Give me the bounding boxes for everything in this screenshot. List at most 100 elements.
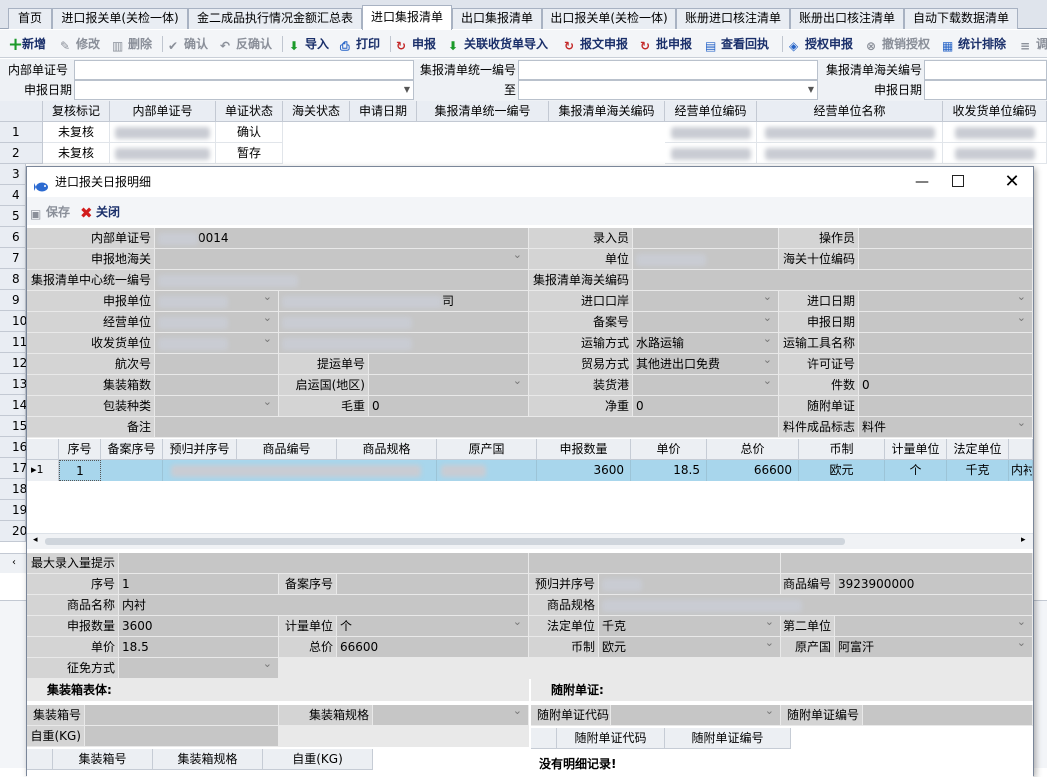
item-price[interactable]: 18.5 (631, 460, 707, 481)
authorize-declare-button[interactable]: ◈ 授权申报 (789, 35, 853, 53)
import-button[interactable]: ⬇ 导入 (289, 35, 329, 53)
internal-no-input[interactable] (74, 60, 414, 80)
license-field[interactable] (859, 354, 1033, 375)
col-record-seq[interactable]: 备案序号 (101, 439, 163, 460)
item-seq[interactable]: 1 (59, 460, 101, 481)
qty-field[interactable]: 3600 (119, 616, 279, 637)
unit-select[interactable]: 个 (337, 616, 529, 637)
declare-date-picker[interactable] (859, 312, 1033, 333)
tab-export-collective-list[interactable]: 出口集报清单 (452, 8, 542, 29)
attach-col-no[interactable]: 随附单证编号 (665, 728, 791, 749)
table-row-review[interactable]: 未复核 (43, 122, 110, 143)
declare-date-input[interactable] (924, 80, 1047, 100)
record-seq-field[interactable] (337, 574, 529, 595)
net-field[interactable]: 0 (633, 396, 779, 417)
price-field[interactable]: 18.5 (119, 637, 279, 658)
container-no-field[interactable] (85, 705, 279, 726)
item-origin[interactable] (437, 460, 537, 481)
max-hint-field-2[interactable] (529, 553, 781, 574)
center-no-field[interactable] (155, 270, 529, 291)
date-from-picker[interactable] (74, 80, 414, 100)
container-weight-field[interactable] (85, 726, 279, 747)
add-button[interactable]: +新增 (8, 35, 46, 54)
goods-spec-field[interactable] (599, 595, 1033, 616)
item-qty[interactable]: 3600 (537, 460, 631, 481)
col-total[interactable]: 总价 (707, 439, 799, 460)
table-row-internal-no[interactable] (110, 122, 216, 143)
scroll-right-icon[interactable]: ▸ (1021, 535, 1026, 545)
col-internal-no[interactable]: 内部单证号 (110, 101, 216, 122)
tab-home[interactable]: 首页 (8, 8, 52, 29)
goods-no-field[interactable]: 3923900000 (835, 574, 1033, 595)
legal-unit-select[interactable]: 千克 (599, 616, 781, 637)
stats-exclude-button[interactable]: ▦ 统计排除 (942, 35, 1006, 53)
pieces-field[interactable]: 0 (859, 375, 1033, 396)
pre-seq-field[interactable] (599, 574, 781, 595)
delete-button[interactable]: ▥ 删除 (112, 35, 152, 53)
table-row-operator-name[interactable] (757, 143, 943, 164)
tab-auto-download[interactable]: 自动下载数据清单 (904, 8, 1018, 29)
col-qty[interactable]: 申报数量 (537, 439, 631, 460)
item-total[interactable]: 66600 (707, 460, 799, 481)
attach-field[interactable] (859, 396, 1033, 417)
tab-export-ledger[interactable]: 账册出口核注清单 (790, 8, 904, 29)
gross-field[interactable]: 0 (369, 396, 529, 417)
attach-col-code[interactable]: 随附单证代码 (557, 728, 665, 749)
goods-name-field[interactable]: 内衬 (119, 595, 529, 616)
table-row-review[interactable]: 未复核 (43, 143, 110, 164)
col-review[interactable]: 复核标记 (43, 101, 110, 122)
scroll-thumb[interactable] (45, 538, 845, 545)
exempt-select[interactable] (119, 658, 279, 679)
container-col-weight[interactable]: 自重(KG) (263, 749, 373, 770)
item-unit[interactable]: 个 (885, 460, 947, 481)
tool-field[interactable] (859, 333, 1033, 354)
batch-declare-button[interactable]: ↻ 批申报 (640, 35, 692, 53)
tab-import-declaration[interactable]: 进口报关单(关检一体) (52, 8, 188, 29)
col-seq[interactable]: 序号 (59, 439, 101, 460)
total-field[interactable]: 66600 (337, 637, 529, 658)
item-legal-unit[interactable]: 千克 (947, 460, 1009, 481)
item-record-seq[interactable] (101, 460, 163, 481)
col-unit[interactable]: 计量单位 (885, 439, 947, 460)
pack-type-select[interactable] (155, 396, 279, 417)
col-origin[interactable]: 原产国 (437, 439, 537, 460)
entry-clerk-field[interactable] (633, 228, 779, 249)
tab-import-collective-list[interactable]: 进口集报清单 (362, 5, 452, 30)
table-row-status[interactable]: 暂存 (216, 143, 283, 164)
close-window-icon[interactable]: ✕ (997, 167, 1027, 197)
operator-field[interactable] (859, 228, 1033, 249)
declare-customs-select[interactable] (155, 249, 529, 270)
message-declare-button[interactable]: ↻ 报文申报 (564, 35, 628, 53)
more-button[interactable]: ≡ 调 (1020, 35, 1047, 53)
row-selector[interactable]: ▸1 (27, 460, 59, 481)
container-col-no[interactable]: 集装箱号 (53, 749, 153, 770)
declare-unit-name[interactable]: 司 (279, 291, 529, 312)
port-select[interactable] (633, 291, 779, 312)
item-goods-blur[interactable] (163, 460, 437, 481)
currency-select[interactable]: 欧元 (599, 637, 781, 658)
col-unified-no[interactable]: 集报清单统一编号 (417, 101, 549, 122)
internal-no-field[interactable]: 0014 (155, 228, 529, 249)
container-col-spec[interactable]: 集装箱规格 (153, 749, 263, 770)
table-row-internal-no[interactable] (110, 143, 216, 164)
print-button[interactable]: ⎙ 打印 (340, 35, 380, 53)
col-customs-code[interactable]: 集报清单海关编码 (549, 101, 665, 122)
col-goods-no[interactable]: 商品编号 (237, 439, 337, 460)
table-row-consignee-code[interactable] (943, 143, 1047, 164)
max-hint-field-3[interactable] (781, 553, 1033, 574)
trade-select[interactable]: 其他进出口免费 (633, 354, 779, 375)
attach-code-select[interactable] (611, 705, 781, 726)
col-price[interactable]: 单价 (631, 439, 707, 460)
container-count-field[interactable] (155, 375, 279, 396)
operator-unit-name[interactable] (279, 312, 529, 333)
table-row-status[interactable]: 确认 (216, 122, 283, 143)
col-apply-date[interactable]: 申请日期 (350, 101, 417, 122)
scroll-left-icon[interactable]: ◂ (33, 535, 38, 545)
item-currency[interactable]: 欧元 (799, 460, 885, 481)
revoke-auth-button[interactable]: ⊗ 撤销授权 (866, 35, 930, 53)
col-pre-seq[interactable]: 预归并序号 (163, 439, 237, 460)
h-scrollbar[interactable]: ◂ ▸ (27, 533, 1033, 549)
link-import-button[interactable]: ⬇ 关联收货单导入 (448, 35, 548, 53)
operator-unit-code[interactable] (155, 312, 279, 333)
tab-summary[interactable]: 金二成品执行情况金额汇总表 (188, 8, 362, 29)
